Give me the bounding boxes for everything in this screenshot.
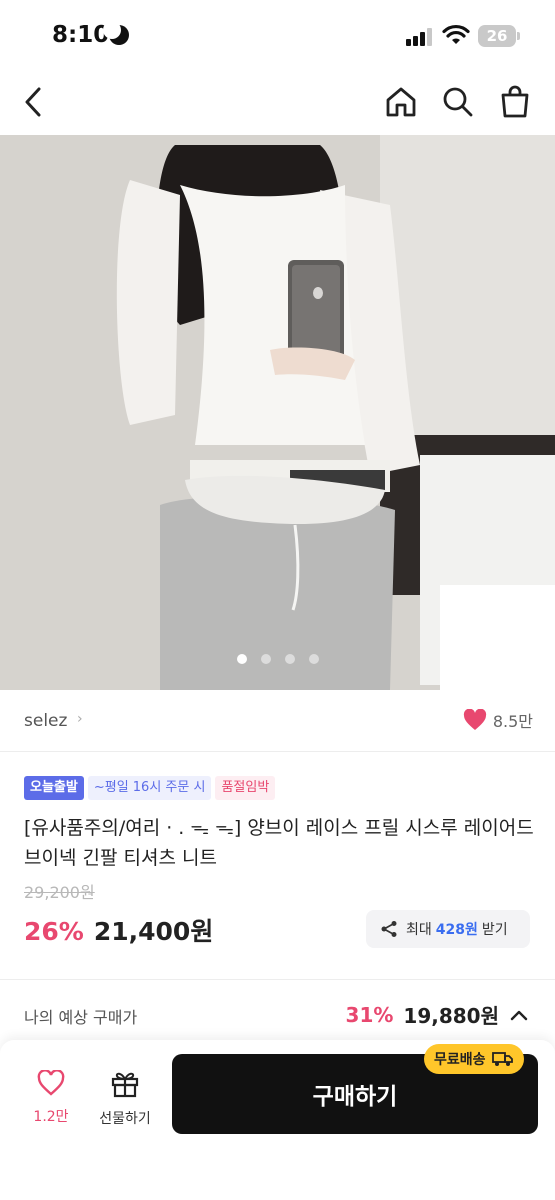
chevron-up-icon (510, 1010, 528, 1020)
expected-price-values: 31% 19,880원 (346, 1000, 529, 1029)
search-icon (443, 87, 473, 117)
seller-link[interactable]: selez (24, 711, 67, 731)
expected-discount: 31% (345, 1002, 394, 1027)
coupon-suffix: 받기 (481, 922, 508, 938)
do-not-disturb-icon (103, 21, 129, 45)
order-deadline-badge: ~평일 16시 주문 시 (87, 776, 212, 800)
expected-price-row[interactable]: 나의 예상 구매가 31% 19,880원 (0, 990, 555, 1038)
original-price: 29,200원 (24, 883, 95, 902)
low-stock-badge: 품절임박 (215, 776, 276, 800)
heart-outline-icon (37, 1069, 65, 1096)
search-button[interactable] (436, 80, 480, 124)
chevron-right-icon: › (77, 711, 83, 727)
sale-price: 21,400원 (93, 917, 214, 946)
product-like-button[interactable]: 8.5만 (463, 708, 533, 732)
carousel-indicator (0, 654, 555, 664)
free-shipping-badge: 무료배송 (424, 1044, 524, 1074)
chevron-left-icon (25, 87, 41, 117)
carousel-dot[interactable] (284, 654, 295, 664)
share-icon (381, 921, 397, 937)
battery-indicator: 26 (478, 25, 520, 47)
carousel-dot[interactable] (308, 654, 319, 664)
home-button[interactable] (379, 80, 423, 124)
expand-image-button[interactable] (500, 632, 534, 666)
back-button[interactable] (12, 80, 56, 124)
like-count: 8.5만 (492, 712, 533, 731)
cellular-signal-icon (406, 28, 434, 46)
today-shipping-badge: 오늘출발 (24, 776, 84, 800)
expand-icon (504, 636, 530, 662)
cart-button[interactable] (493, 80, 537, 124)
home-icon (386, 87, 416, 117)
price-row: 26% 21,400원 (24, 912, 213, 948)
product-photo (0, 135, 555, 690)
wishlist-count: 1.2만 (33, 1109, 69, 1125)
coupon-amount: 428원 (435, 922, 478, 938)
status-time: 8:10 (52, 22, 110, 48)
free-shipping-label: 무료배송 (434, 1052, 486, 1068)
top-nav (0, 70, 555, 135)
product-title: [유사품주의/여리 · . ᯓ ᯓ] 양브이 레이스 프릴 시스루 레이어드 브… (24, 817, 534, 869)
carousel-dot[interactable] (236, 654, 247, 664)
gift-button[interactable]: 선물하기 (90, 1070, 160, 1128)
badge-row: 오늘출발 ~평일 16시 주문 시 품절임박 (24, 776, 276, 800)
wifi-icon (442, 24, 470, 44)
bottom-action-bar: 1.2만 선물하기 구매하기 무료배송 (0, 1040, 555, 1200)
wishlist-button[interactable]: 1.2만 (16, 1069, 86, 1126)
product-image-carousel[interactable] (0, 135, 555, 690)
carousel-dot[interactable] (260, 654, 271, 664)
expected-price: 19,880원 (403, 1004, 499, 1028)
divider (0, 979, 555, 980)
shopping-bag-icon (501, 85, 529, 118)
coupon-prefix: 최대 (406, 922, 432, 938)
status-bar: 8:10 26 (0, 0, 555, 70)
gift-label: 선물하기 (99, 1111, 151, 1127)
discount-rate: 26% (24, 917, 84, 946)
truck-icon (491, 1052, 513, 1066)
expected-price-label: 나의 예상 구매가 (24, 1008, 138, 1027)
gift-icon (111, 1072, 139, 1098)
coupon-button[interactable]: 최대 428원 받기 (366, 910, 530, 948)
seller-row: selez › 8.5만 (0, 690, 555, 752)
heart-filled-icon (463, 709, 486, 730)
